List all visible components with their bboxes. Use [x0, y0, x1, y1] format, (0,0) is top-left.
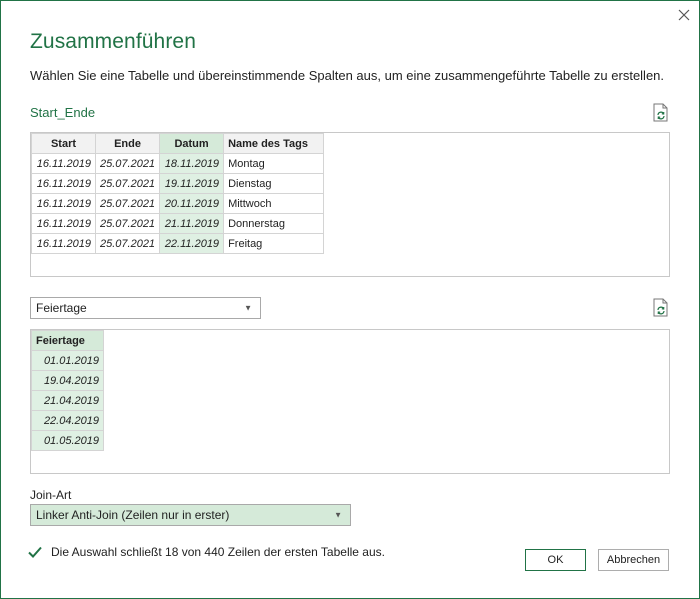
second-table-preview: Feiertage 01.01.2019 19.04.2019 21.04.20… [30, 329, 670, 474]
column-header-feiertage[interactable]: Feiertage [31, 330, 104, 351]
chevron-down-icon: ▼ [334, 510, 342, 520]
cell-feiertage: 01.05.2019 [31, 430, 104, 451]
second-table-grid: Feiertage 01.01.2019 19.04.2019 21.04.20… [31, 330, 104, 451]
match-status: Die Auswahl schließt 18 von 440 Zeilen d… [28, 545, 385, 559]
refresh-preview-button-second[interactable] [653, 298, 669, 317]
cell-datum: 22.11.2019 [159, 233, 225, 254]
cell-feiertage: 19.04.2019 [31, 370, 104, 391]
close-button[interactable] [673, 4, 695, 26]
cell-start: 16.11.2019 [31, 173, 96, 194]
cell-ende: 25.07.2021 [94, 213, 161, 234]
cell-ende: 25.07.2021 [94, 173, 161, 194]
cell-name-des-tags: Donnerstag [223, 213, 325, 234]
join-type-label: Join-Art [30, 488, 72, 502]
refresh-preview-button[interactable] [653, 103, 669, 122]
merge-dialog: Zusammenführen Wählen Sie eine Tabelle u… [0, 0, 700, 599]
table-row: 16.11.2019 25.07.2021 20.11.2019 Mittwoc… [31, 193, 325, 214]
cell-start: 16.11.2019 [31, 153, 96, 174]
cell-start: 16.11.2019 [31, 233, 96, 254]
join-type-dropdown-value: Linker Anti-Join (Zeilen nur in erster) [36, 508, 230, 522]
cell-datum: 19.11.2019 [159, 173, 225, 194]
column-header-datum[interactable]: Datum [159, 133, 225, 154]
cell-name-des-tags: Dienstag [223, 173, 325, 194]
column-header-start[interactable]: Start [31, 133, 96, 154]
cell-ende: 25.07.2021 [94, 193, 161, 214]
first-table-name: Start_Ende [30, 105, 96, 120]
table-row: 19.04.2019 [31, 370, 104, 391]
checkmark-icon [28, 546, 42, 558]
cell-name-des-tags: Freitag [223, 233, 325, 254]
table-row: 16.11.2019 25.07.2021 22.11.2019 Freitag [31, 233, 325, 254]
cell-name-des-tags: Mittwoch [223, 193, 325, 214]
ok-button[interactable]: OK [525, 549, 586, 571]
table-row: 22.04.2019 [31, 410, 104, 431]
column-header-ende[interactable]: Ende [94, 133, 161, 154]
cell-feiertage: 22.04.2019 [31, 410, 104, 431]
table-row: 16.11.2019 25.07.2021 18.11.2019 Montag [31, 153, 325, 174]
cell-name-des-tags: Montag [223, 153, 325, 174]
cell-start: 16.11.2019 [31, 213, 96, 234]
first-table-grid: Start Ende Datum Name des Tags 16.11.201… [31, 133, 325, 254]
dialog-title: Zusammenführen [30, 30, 196, 53]
column-header-name-des-tags[interactable]: Name des Tags [223, 133, 325, 154]
dialog-subtitle: Wählen Sie eine Tabelle und übereinstimm… [30, 68, 665, 83]
table-row: 01.05.2019 [31, 430, 104, 451]
cell-datum: 20.11.2019 [159, 193, 225, 214]
cell-datum: 18.11.2019 [159, 153, 225, 174]
cell-ende: 25.07.2021 [94, 153, 161, 174]
second-table-dropdown-value: Feiertage [36, 301, 87, 315]
table-row: 01.01.2019 [31, 350, 104, 371]
refresh-icon [653, 298, 668, 317]
match-status-text: Die Auswahl schließt 18 von 440 Zeilen d… [51, 545, 385, 559]
close-icon [678, 9, 690, 21]
chevron-down-icon: ▼ [244, 303, 252, 313]
cell-feiertage: 21.04.2019 [31, 390, 104, 411]
second-table-dropdown[interactable]: Feiertage ▼ [30, 297, 261, 319]
table-row: 16.11.2019 25.07.2021 21.11.2019 Donners… [31, 213, 325, 234]
cell-datum: 21.11.2019 [159, 213, 225, 234]
cancel-button[interactable]: Abbrechen [598, 549, 669, 571]
first-table-preview: Start Ende Datum Name des Tags 16.11.201… [30, 132, 670, 277]
cell-ende: 25.07.2021 [94, 233, 161, 254]
table-row: 16.11.2019 25.07.2021 19.11.2019 Diensta… [31, 173, 325, 194]
table-row: 21.04.2019 [31, 390, 104, 411]
cell-start: 16.11.2019 [31, 193, 96, 214]
refresh-icon [653, 103, 668, 122]
join-type-dropdown[interactable]: Linker Anti-Join (Zeilen nur in erster) … [30, 504, 351, 526]
cell-feiertage: 01.01.2019 [31, 350, 104, 371]
